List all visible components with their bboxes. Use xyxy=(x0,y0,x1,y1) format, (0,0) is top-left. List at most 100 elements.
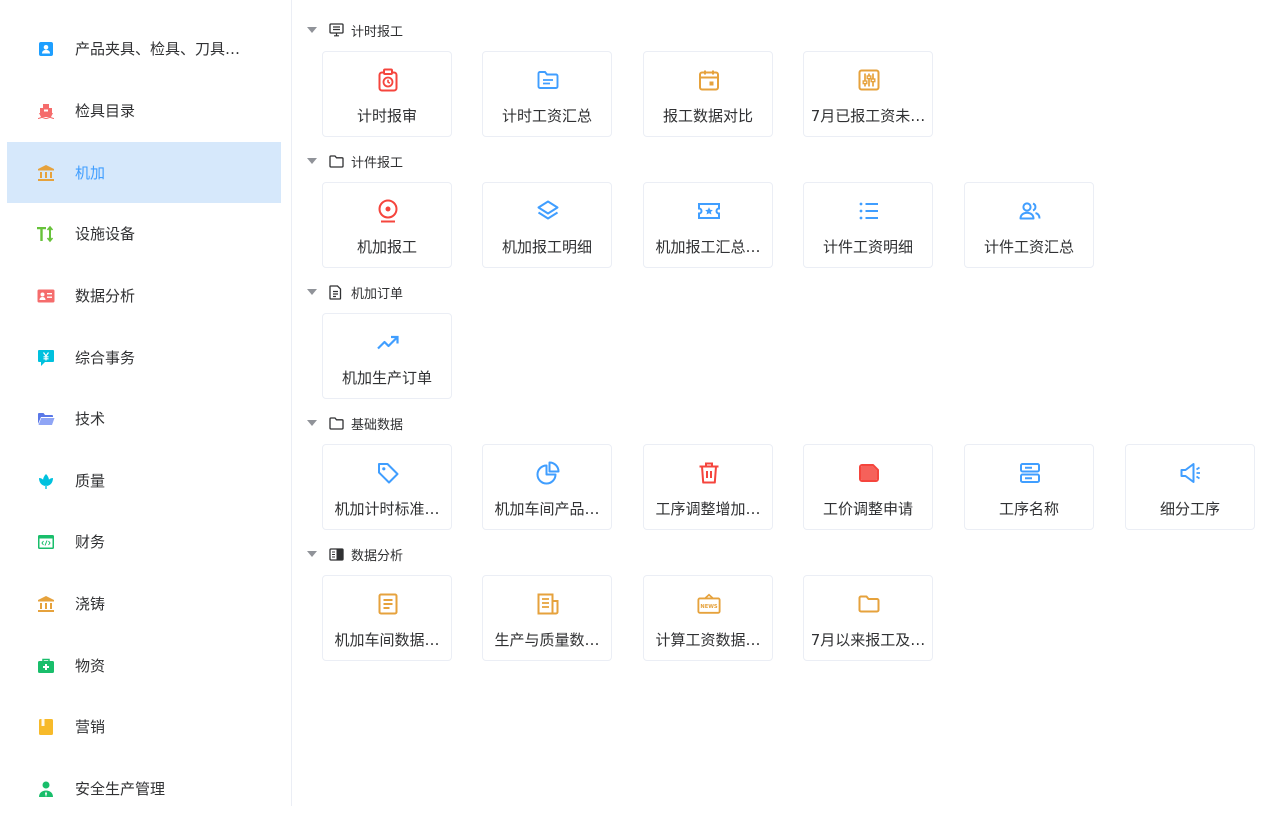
card-label: 生产与质量数… xyxy=(494,631,600,649)
note-icon xyxy=(857,461,881,485)
sidebar-item-label: 机加 xyxy=(75,164,106,182)
news-sign-icon: NEWS xyxy=(697,592,721,616)
caret-down-icon xyxy=(307,27,317,33)
group-header-piece-work[interactable]: 计件报工 xyxy=(307,151,403,171)
document-icon xyxy=(329,284,345,300)
card-timed-review[interactable]: 计时报审 xyxy=(322,51,452,137)
card-label: 计时报审 xyxy=(356,107,417,125)
card-label: 计件工资汇总 xyxy=(983,238,1074,256)
sidebar-item-label: 设施设备 xyxy=(75,225,136,243)
folder-icon xyxy=(329,153,345,169)
ticket-icon xyxy=(697,199,721,223)
card-machining-workshop-data[interactable]: 机加车间数据… xyxy=(322,575,452,661)
sidebar-item-casting[interactable]: 浇铸 xyxy=(7,573,281,634)
sidebar-item-label: 营销 xyxy=(75,718,106,736)
location-pin-icon xyxy=(376,199,400,223)
card-label: 7月已报工资未… xyxy=(810,107,926,125)
card-process-adjust-add[interactable]: 工序调整增加… xyxy=(643,444,773,530)
newspaper-icon xyxy=(536,592,560,616)
layers-icon xyxy=(536,199,560,223)
sidebar-item-marketing[interactable]: 营销 xyxy=(7,696,281,757)
folder-doc-icon xyxy=(536,68,560,92)
pie-chart-icon xyxy=(536,461,560,485)
medical-kit-icon xyxy=(36,656,56,676)
group-header-machining-orders[interactable]: 机加订单 xyxy=(307,282,403,302)
calendar-icon xyxy=(697,68,721,92)
monitor-icon xyxy=(329,22,345,38)
sidebar-item-label: 综合事务 xyxy=(75,349,136,367)
card-label: 机加计时标准… xyxy=(334,500,440,518)
sidebar-item-label: 质量 xyxy=(75,472,106,490)
card-machining-report[interactable]: 机加报工 xyxy=(322,182,452,268)
sidebar-layout-icon xyxy=(329,546,345,562)
sidebar-item-safety[interactable]: 安全生产管理 xyxy=(7,758,281,819)
card-report-compare[interactable]: 报工数据对比 xyxy=(643,51,773,137)
card-july-report-since[interactable]: 7月以来报工及… xyxy=(803,575,933,661)
ship-icon xyxy=(36,101,56,121)
card-label: 工序调整增加… xyxy=(655,500,761,518)
group-title: 基础数据 xyxy=(351,417,404,433)
group-title: 计件报工 xyxy=(351,155,404,171)
card-piece-wage-summary[interactable]: 计件工资汇总 xyxy=(964,182,1094,268)
card-label: 机加报工汇总… xyxy=(655,238,761,256)
card-machining-report-summary[interactable]: 机加报工汇总… xyxy=(643,182,773,268)
news-badge-text: NEWS xyxy=(700,604,718,610)
bank-icon xyxy=(36,163,56,183)
sidebar-item-facilities[interactable]: 设施设备 xyxy=(7,203,281,264)
folder-icon xyxy=(329,415,345,431)
caret-down-icon xyxy=(307,420,317,426)
card-production-quality-data[interactable]: 生产与质量数… xyxy=(482,575,612,661)
list-icon xyxy=(857,199,881,223)
card-timed-wage-summary[interactable]: 计时工资汇总 xyxy=(482,51,612,137)
sidebar-item-technology[interactable]: 技术 xyxy=(7,388,281,449)
card-july-unreported[interactable]: 7月已报工资未… xyxy=(803,51,933,137)
code-window-icon xyxy=(36,532,56,552)
sidebar-item-label: 安全生产管理 xyxy=(75,780,166,798)
server-icon xyxy=(1018,461,1042,485)
tag-icon xyxy=(376,461,400,485)
users-icon xyxy=(1018,199,1042,223)
folder-open-icon xyxy=(36,409,56,429)
sidebar-item-gauge-catalog[interactable]: 检具目录 xyxy=(7,80,281,141)
card-machining-production-order[interactable]: 机加生产订单 xyxy=(322,313,452,399)
card-label: 计时工资汇总 xyxy=(501,107,592,125)
card-label: 计算工资数据… xyxy=(655,631,761,649)
card-label: 工价调整申请 xyxy=(822,500,913,518)
card-sub-process[interactable]: 细分工序 xyxy=(1125,444,1255,530)
card-price-adjust-request[interactable]: 工价调整申请 xyxy=(803,444,933,530)
trend-up-icon xyxy=(376,330,400,354)
caret-down-icon xyxy=(307,289,317,295)
lotus-icon xyxy=(36,471,56,491)
group-title: 计时报工 xyxy=(351,24,404,40)
sidebar-item-fixtures[interactable]: 产品夹具、检具、刀具… xyxy=(7,18,281,79)
sidebar-item-general-affairs[interactable]: 综合事务 xyxy=(7,327,281,388)
sidebar-item-label: 数据分析 xyxy=(75,287,136,305)
group-header-base-data[interactable]: 基础数据 xyxy=(307,413,403,433)
card-label: 计件工资明细 xyxy=(822,238,913,256)
group-title: 机加订单 xyxy=(351,286,404,302)
alarm-clipboard-icon xyxy=(376,68,400,92)
card-wage-calc-data[interactable]: NEWS 计算工资数据… xyxy=(643,575,773,661)
group-header-data-analysis[interactable]: 数据分析 xyxy=(307,544,403,564)
card-label: 机加报工明细 xyxy=(501,238,592,256)
bank-icon xyxy=(36,594,56,614)
sidebar-item-quality[interactable]: 质量 xyxy=(7,450,281,511)
sidebar-item-label: 产品夹具、检具、刀具… xyxy=(75,40,241,58)
card-piece-wage-detail[interactable]: 计件工资明细 xyxy=(803,182,933,268)
sidebar-item-label: 检具目录 xyxy=(75,102,136,120)
card-machining-report-detail[interactable]: 机加报工明细 xyxy=(482,182,612,268)
article-icon xyxy=(376,592,400,616)
main-content: 计时报工 计时报审 计时工资汇总 报工数据对比 7月已报工资未… 计件报工 机加… xyxy=(293,0,1266,806)
card-process-name[interactable]: 工序名称 xyxy=(964,444,1094,530)
card-label: 细分工序 xyxy=(1159,500,1220,518)
user-icon xyxy=(36,779,56,799)
sidebar-item-finance[interactable]: 财务 xyxy=(7,511,281,572)
card-machining-workshop-products[interactable]: 机加车间产品… xyxy=(482,444,612,530)
sidebar-item-materials[interactable]: 物资 xyxy=(7,635,281,696)
card-machining-time-standard[interactable]: 机加计时标准… xyxy=(322,444,452,530)
sidebar-item-machining[interactable]: 机加 xyxy=(7,142,281,203)
group-header-timed-work[interactable]: 计时报工 xyxy=(307,20,403,40)
sidebar-item-data-analysis[interactable]: 数据分析 xyxy=(7,265,281,326)
card-label: 报工数据对比 xyxy=(662,107,753,125)
yen-message-icon xyxy=(36,348,56,368)
